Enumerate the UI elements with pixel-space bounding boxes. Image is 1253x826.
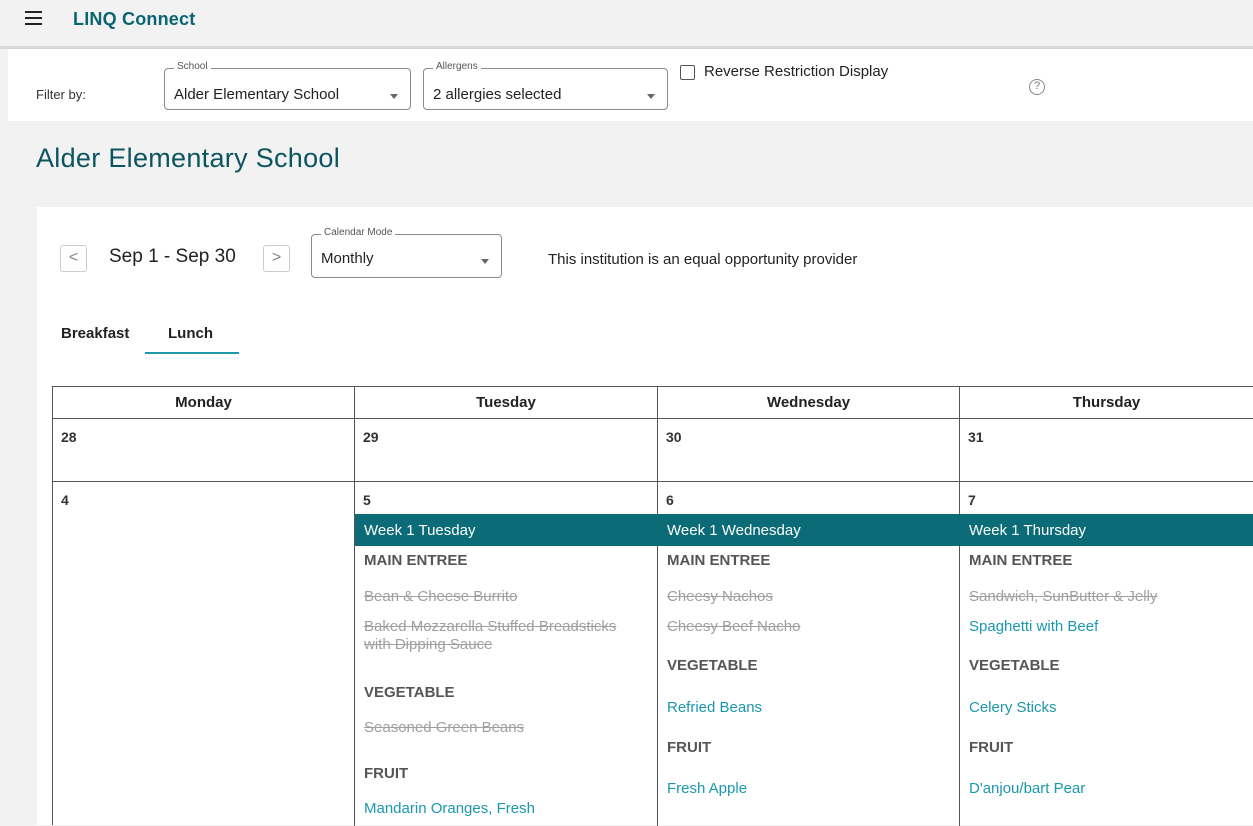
- menu-item[interactable]: Fresh Apple: [667, 780, 747, 798]
- reverse-restriction-checkbox[interactable]: [680, 65, 695, 80]
- menu-item[interactable]: Spaghetti with Beef: [969, 618, 1098, 636]
- filter-label: Filter by:: [36, 87, 86, 102]
- allergens-select[interactable]: Allergens 2 allergies selected: [423, 61, 668, 110]
- allergens-select-legend: Allergens: [433, 61, 481, 72]
- menu-item-restricted[interactable]: Seasoned Green Beans: [364, 719, 524, 737]
- menu-item[interactable]: Refried Beans: [667, 699, 762, 717]
- active-tab-indicator: [145, 352, 239, 354]
- calendar-mode-legend: Calendar Mode: [321, 227, 396, 238]
- calendar-day-cell: 30: [658, 419, 960, 482]
- school-select[interactable]: School Alder Elementary School: [164, 61, 411, 110]
- menu-item-restricted[interactable]: Bean & Cheese Burrito: [364, 588, 517, 606]
- chevron-down-icon: [481, 259, 489, 264]
- day-number: 5: [363, 492, 371, 508]
- calendar-day-cell: 31: [960, 419, 1253, 482]
- previous-month-button[interactable]: <: [60, 245, 87, 272]
- day-number: 28: [61, 429, 77, 445]
- day-number: 29: [363, 429, 379, 445]
- day-number: 31: [968, 429, 984, 445]
- chevron-down-icon: [390, 94, 398, 99]
- column-header-monday: Monday: [53, 387, 355, 419]
- day-number: 30: [666, 429, 682, 445]
- week-banner: [355, 514, 1253, 546]
- hamburger-menu-icon[interactable]: [25, 11, 42, 29]
- column-header-wednesday: Wednesday: [658, 387, 960, 419]
- category-vegetable: VEGETABLE: [364, 684, 455, 701]
- week-label-tuesday: Week 1 Tuesday: [364, 522, 476, 539]
- calendar-day-cell: 28: [53, 419, 355, 482]
- reverse-restriction-label[interactable]: Reverse Restriction Display: [704, 63, 888, 80]
- page-title: Alder Elementary School: [36, 143, 341, 173]
- filter-bar: Filter by: School Alder Elementary Schoo…: [8, 49, 1253, 121]
- calendar-day-cell: 29: [355, 419, 658, 482]
- next-month-button[interactable]: >: [263, 245, 290, 272]
- school-select-value: Alder Elementary School: [174, 86, 340, 103]
- menu-calendar: Monday Tuesday Wednesday Thursday 28 29 …: [52, 386, 1253, 826]
- brand-logo[interactable]: LINQ Connect: [73, 9, 195, 30]
- menu-item-restricted-continued[interactable]: with Dipping Sauce: [364, 636, 492, 654]
- category-main-entree: MAIN ENTREE: [364, 552, 468, 569]
- calendar-day-cell: 4: [53, 482, 355, 826]
- allergens-select-value: 2 allergies selected: [433, 86, 562, 103]
- school-select-legend: School: [174, 61, 211, 72]
- category-fruit: FRUIT: [667, 739, 712, 756]
- category-main-entree: MAIN ENTREE: [969, 552, 1073, 569]
- menu-item[interactable]: D'anjou/bart Pear: [969, 780, 1085, 798]
- menu-item-restricted[interactable]: Cheesy Nachos: [667, 588, 773, 606]
- menu-card: < Sep 1 - Sep 30 > Calendar Mode Monthly…: [37, 207, 1253, 826]
- category-fruit: FRUIT: [969, 739, 1014, 756]
- day-number: 7: [968, 492, 976, 508]
- tab-lunch[interactable]: Lunch: [168, 325, 213, 342]
- week-label-thursday: Week 1 Thursday: [969, 522, 1087, 539]
- day-number: 4: [61, 492, 69, 508]
- category-fruit: FRUIT: [364, 765, 409, 782]
- chevron-down-icon: [647, 94, 655, 99]
- date-range: Sep 1 - Sep 30: [109, 246, 236, 267]
- menu-item[interactable]: Mandarin Oranges, Fresh: [364, 800, 535, 818]
- help-icon[interactable]: ?: [1029, 79, 1045, 95]
- menu-item-restricted[interactable]: Cheesy Beef Nacho: [667, 618, 800, 636]
- day-number: 6: [666, 492, 674, 508]
- category-main-entree: MAIN ENTREE: [667, 552, 771, 569]
- menu-item-restricted[interactable]: Baked Mozzarella Stuffed Breadsticks: [364, 618, 616, 636]
- calendar-mode-select[interactable]: Calendar Mode Monthly: [311, 227, 502, 278]
- calendar-mode-value: Monthly: [321, 250, 374, 267]
- menu-item-restricted[interactable]: Sandwich, SunButter & Jelly: [969, 588, 1157, 606]
- column-header-tuesday: Tuesday: [355, 387, 658, 419]
- column-header-thursday: Thursday: [960, 387, 1253, 419]
- category-vegetable: VEGETABLE: [969, 657, 1060, 674]
- top-bar: LINQ Connect: [0, 0, 1253, 46]
- category-vegetable: VEGETABLE: [667, 657, 758, 674]
- menu-item[interactable]: Celery Sticks: [969, 699, 1057, 717]
- equal-opportunity-notice: This institution is an equal opportunity…: [548, 251, 858, 268]
- week-label-wednesday: Week 1 Wednesday: [667, 522, 801, 539]
- tab-breakfast[interactable]: Breakfast: [61, 325, 129, 342]
